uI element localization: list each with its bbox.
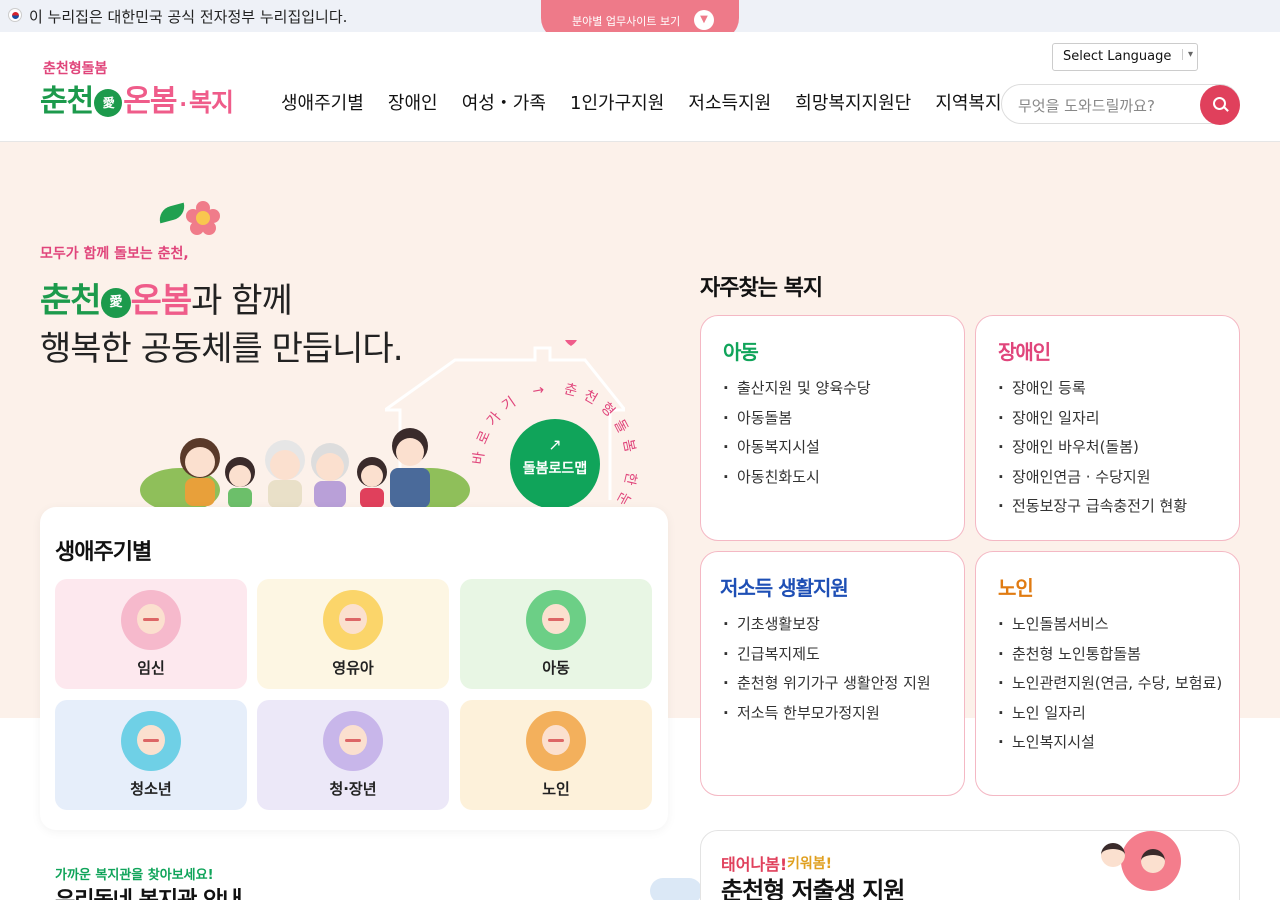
main-nav: 생애주기별 장애인 여성・가족 1인가구지원 저소득지원 희망복지지원단 지역복… [281, 89, 1005, 117]
lifecycle-item-label: 노인 [542, 780, 570, 798]
nav-item-local-welfare[interactable]: 지역복지 [935, 89, 1001, 115]
child-icon [526, 590, 586, 650]
nav-item-hope-welfare[interactable]: 희망복지지원단 [795, 89, 911, 115]
welfare-link[interactable]: 긴급복지제도 [723, 644, 953, 664]
language-select[interactable]: Select Language ▾ [1052, 43, 1198, 71]
lifecycle-item-label: 아동 [542, 659, 570, 677]
lifecycle-item-label: 임신 [137, 659, 165, 677]
family-illustration [140, 420, 470, 520]
lifecycle-item-infant[interactable]: 영유아 [257, 579, 449, 689]
lifecycle-card: 생애주기별 임신 영유아 아동 청소년 청·장년 노인 [40, 507, 668, 830]
lifecycle-item-pregnancy[interactable]: 임신 [55, 579, 247, 689]
field-sites-label: 분야별 업무사이트 보기 [572, 15, 681, 28]
teenager-icon [121, 711, 181, 771]
welfare-link[interactable]: 노인 일자리 [998, 703, 1228, 723]
lifecycle-item-senior[interactable]: 노인 [460, 700, 652, 810]
language-select-label: Select Language [1063, 49, 1172, 64]
korea-flag-icon [8, 8, 22, 22]
welfare-link[interactable]: 아동친화도시 [723, 467, 953, 487]
lifecycle-item-adult[interactable]: 청·장년 [257, 700, 449, 810]
search-box: 무엇을 도와드릴까요? [1001, 84, 1240, 125]
parent-illustration [1101, 843, 1125, 867]
parent-illustration [1141, 849, 1165, 873]
welfare-card-senior: 노인 노인돌봄서비스 춘천형 노인통합돌봄 노인관련지원(연금, 수당, 보험료… [975, 551, 1240, 796]
heart-logo-icon: 愛 [94, 88, 123, 117]
lifecycle-item-label: 영유아 [332, 659, 374, 677]
welfare-card-title[interactable]: 장애인 [998, 336, 1051, 365]
welfare-link[interactable]: 기초생활보장 [723, 614, 953, 634]
nav-item-women-family[interactable]: 여성・가족 [462, 89, 546, 115]
nav-item-low-income[interactable]: 저소득지원 [688, 89, 771, 115]
heart-logo-icon: 愛 [100, 287, 131, 318]
lifecycle-title: 생애주기별 [55, 540, 152, 565]
chevron-down-icon: ▾ [1181, 49, 1193, 60]
arrow-up-right-icon: ↗ [548, 435, 562, 454]
welfare-link[interactable]: 노인복지시설 [998, 732, 1228, 752]
welfare-link[interactable]: 저소득 한부모가정지원 [723, 703, 953, 723]
pregnant-woman-icon [121, 590, 181, 650]
nav-item-lifecycle[interactable]: 생애주기별 [281, 89, 364, 115]
search-button[interactable] [1200, 85, 1240, 125]
care-roadmap-label: 돌봄로드맵 [522, 461, 588, 477]
lifecycle-item-label: 청·장년 [329, 780, 377, 798]
welfare-card-low-income: 저소득 생활지원 기초생활보장 긴급복지제도 춘천형 위기가구 생활안정 지원 … [700, 551, 965, 796]
welfare-link[interactable]: 아동돌봄 [723, 408, 953, 428]
birth-support-title: 춘천형 저출생 지원 [721, 877, 905, 900]
chevron-down-icon: ▼ [694, 10, 714, 30]
gov-banner-text: 이 누리집은 대한민국 공식 전자정부 누리집입니다. [29, 8, 348, 26]
welfare-link[interactable]: 춘천형 노인통합돌봄 [998, 644, 1228, 664]
logo-wordmark: 춘천 愛 온봄 · 복지 [40, 84, 234, 119]
site-logo[interactable]: 춘천형돌봄 춘천 愛 온봄 · 복지 [40, 58, 264, 119]
welfare-link[interactable]: 장애인 바우처(돌봄) [998, 437, 1228, 457]
welfare-link[interactable]: 노인관련지원(연금, 수당, 보험료) [998, 673, 1228, 693]
welfare-card-title[interactable]: 아동 [723, 336, 759, 365]
senior-icon [526, 711, 586, 771]
logo-subtitle: 춘천형돌봄 [43, 61, 108, 77]
welfare-link[interactable]: 장애인연금 · 수당지원 [998, 467, 1228, 487]
welfare-link[interactable]: 장애인 일자리 [998, 408, 1228, 428]
welfare-card-disabled: 장애인 장애인 등록 장애인 일자리 장애인 바우처(돌봄) 장애인연금 · 수… [975, 315, 1240, 541]
hero-brand: 춘천 愛 온봄 [40, 281, 192, 321]
welfare-card-child: 아동 출산지원 및 양육수당 아동돌봄 아동복지시설 아동친화도시 [700, 315, 965, 541]
nav-item-disabled[interactable]: 장애인 [388, 89, 438, 115]
welfare-link[interactable]: 춘천형 위기가구 생활안정 지원 [723, 673, 953, 693]
lifecycle-item-child[interactable]: 아동 [460, 579, 652, 689]
welfare-link[interactable]: 출산지원 및 양육수당 [723, 378, 953, 398]
nav-item-single-household[interactable]: 1인가구지원 [570, 89, 664, 115]
care-roadmap-button[interactable]: ↗ 돌봄로드맵 [510, 419, 600, 509]
nearby-welfare-title: 우리동네 복지관 안내 [55, 882, 242, 900]
welfare-link[interactable]: 아동복지시설 [723, 437, 953, 457]
frequent-welfare-title: 자주찾는 복지 [700, 276, 823, 301]
cloud-icon [650, 878, 702, 900]
baby-icon [323, 590, 383, 650]
lifecycle-item-label: 청소년 [130, 780, 172, 798]
hero-title-line2: 행복한 공동체를 만듭니다. [40, 329, 404, 369]
welfare-link[interactable]: 장애인 등록 [998, 378, 1228, 398]
flower-icon [186, 201, 220, 235]
hero-subtitle: 모두가 함께 돌보는 춘천, [40, 246, 189, 262]
welfare-link[interactable]: 전동보장구 급속충전기 현황 [998, 496, 1228, 516]
search-input[interactable]: 무엇을 도와드릴까요? [1018, 95, 1155, 116]
welfare-card-title[interactable]: 저소득 생활지원 [720, 572, 849, 601]
welfare-card-title[interactable]: 노인 [998, 572, 1034, 601]
welfare-link[interactable]: 노인돌봄서비스 [998, 614, 1228, 634]
lifecycle-item-youth[interactable]: 청소년 [55, 700, 247, 810]
site-header: 춘천형돌봄 춘천 愛 온봄 · 복지 생애주기별 장애인 여성・가족 1인가구지원 저소… [0, 32, 1280, 142]
adult-icon [323, 711, 383, 771]
nearby-welfare-subtitle: 가까운 복지관을 찾아보세요! [55, 868, 214, 883]
raising-support-tag: 키워봄! [787, 856, 833, 872]
hero-title: 춘천 愛 온봄과 함께 행복한 공동체를 만듭니다. [40, 281, 404, 369]
birth-support-card[interactable]: 태어나봄! 키워봄! 춘천형 저출생 지원 [700, 830, 1240, 900]
